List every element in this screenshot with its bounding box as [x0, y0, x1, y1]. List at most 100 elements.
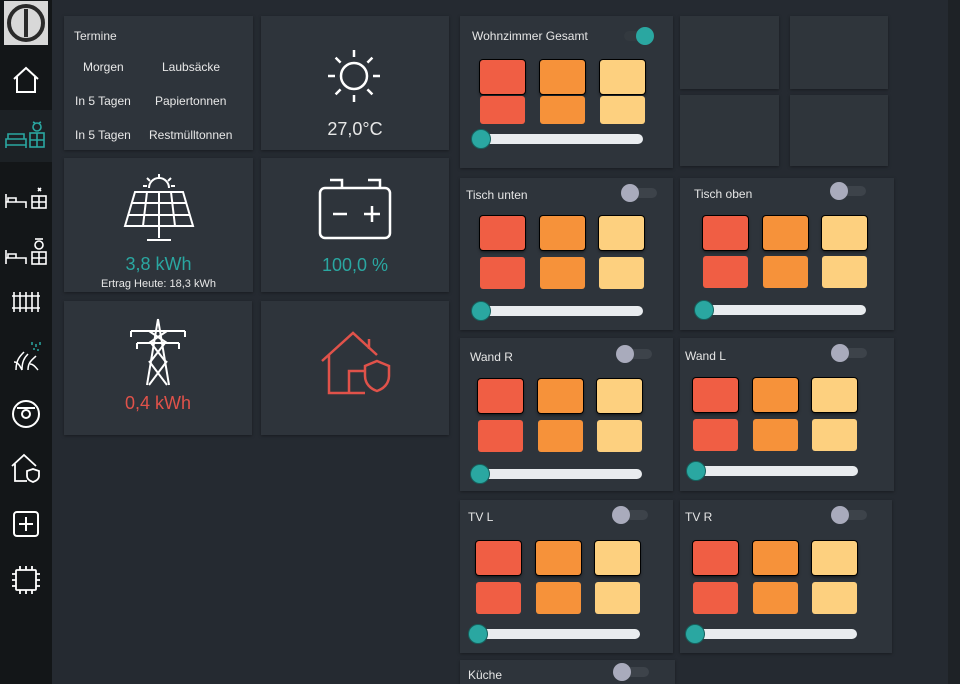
slider-thumb[interactable] — [470, 464, 490, 484]
color-swatch-red[interactable] — [476, 541, 521, 575]
color-swatch-orange[interactable] — [763, 256, 808, 288]
color-swatch-orange[interactable] — [753, 378, 798, 412]
light-card-tv-l: TV L — [460, 500, 673, 653]
light-power-toggle[interactable] — [616, 344, 654, 364]
color-swatch-orange[interactable] — [538, 379, 583, 413]
color-swatch-red[interactable] — [480, 60, 525, 94]
light-power-toggle[interactable] — [830, 181, 868, 201]
light-name: Tisch oben — [694, 187, 753, 201]
color-swatch-yellow[interactable] — [599, 257, 644, 289]
brightness-slider[interactable] — [685, 624, 857, 644]
color-swatch-yellow[interactable] — [595, 541, 640, 575]
grid-card[interactable]: 0,4 kWh — [64, 301, 252, 435]
color-swatch-red[interactable] — [693, 419, 738, 451]
color-swatch-yellow[interactable] — [812, 541, 857, 575]
light-power-toggle[interactable] — [612, 505, 650, 525]
slider-thumb[interactable] — [686, 461, 706, 481]
light-card-tv-r: TV R — [680, 500, 892, 653]
solar-card[interactable]: 3,8 kWh Ertrag Heute: 18,3 kWh — [64, 158, 253, 292]
color-swatch-yellow[interactable] — [812, 419, 857, 451]
slider-thumb[interactable] — [685, 624, 705, 644]
color-swatch-red[interactable] — [476, 582, 521, 614]
add-icon[interactable] — [0, 498, 52, 550]
color-swatch-orange[interactable] — [753, 419, 798, 451]
color-swatch-orange[interactable] — [753, 582, 798, 614]
light-name: Wohnzimmer Gesamt — [472, 29, 588, 43]
color-swatch-yellow[interactable] — [595, 582, 640, 614]
solar-panel-icon — [121, 172, 197, 251]
color-swatch-orange[interactable] — [540, 60, 585, 94]
color-swatch-red[interactable] — [480, 96, 525, 124]
color-swatch-red[interactable] — [703, 256, 748, 288]
light-name: TV L — [468, 510, 494, 524]
security-card[interactable] — [261, 301, 449, 435]
radiator-icon[interactable] — [0, 276, 52, 328]
color-swatch-orange[interactable] — [763, 216, 808, 250]
color-swatch-orange[interactable] — [540, 216, 585, 250]
color-swatch-red[interactable] — [693, 378, 738, 412]
termine-card: Termine Morgen Laubsäcke In 5 Tagen Papi… — [64, 16, 253, 150]
color-swatch-red[interactable] — [693, 582, 738, 614]
slider-thumb[interactable] — [471, 129, 491, 149]
color-swatch-orange[interactable] — [536, 541, 581, 575]
grid-value: 0,4 kWh — [124, 393, 192, 413]
sidebar — [0, 0, 52, 684]
home-security-icon[interactable] — [0, 442, 52, 494]
robot-vacuum-icon[interactable] — [0, 388, 52, 440]
termine-row-3-what: Restmülltonnen — [149, 128, 233, 142]
color-swatch-orange[interactable] — [536, 582, 581, 614]
light-power-toggle[interactable] — [831, 505, 869, 525]
garden-irrigation-icon[interactable] — [0, 330, 52, 382]
color-swatch-red[interactable] — [478, 379, 523, 413]
living-room-icon[interactable] — [0, 110, 52, 162]
color-swatch-orange[interactable] — [753, 541, 798, 575]
light-power-toggle[interactable] — [616, 26, 654, 46]
brightness-slider[interactable] — [468, 624, 640, 644]
color-swatch-orange[interactable] — [540, 96, 585, 124]
placeholder-tile — [680, 16, 779, 89]
brightness-slider[interactable] — [471, 301, 643, 321]
color-swatch-yellow[interactable] — [812, 378, 857, 412]
color-swatch-yellow[interactable] — [822, 216, 867, 250]
bedroom-icon[interactable] — [0, 172, 52, 224]
color-swatch-red[interactable] — [480, 216, 525, 250]
brightness-slider[interactable] — [470, 464, 642, 484]
brightness-slider[interactable] — [694, 300, 866, 320]
color-swatch-orange[interactable] — [540, 257, 585, 289]
scrollbar[interactable] — [948, 0, 960, 684]
color-swatch-yellow[interactable] — [597, 420, 642, 452]
color-swatch-red[interactable] — [478, 420, 523, 452]
weather-card[interactable]: 27,0°C — [261, 16, 449, 150]
color-swatch-yellow[interactable] — [812, 582, 857, 614]
color-swatch-yellow[interactable] — [600, 96, 645, 124]
home-icon[interactable] — [0, 54, 52, 106]
color-swatch-yellow[interactable] — [822, 256, 867, 288]
brightness-slider[interactable] — [471, 129, 643, 149]
slider-thumb[interactable] — [694, 300, 714, 320]
color-swatch-red[interactable] — [480, 257, 525, 289]
termine-row-2-when: In 5 Tagen — [75, 94, 131, 108]
solar-note: Ertrag Heute: 18,3 kWh — [101, 278, 216, 290]
color-swatch-yellow[interactable] — [599, 216, 644, 250]
light-power-toggle[interactable] — [613, 662, 651, 682]
color-swatch-red[interactable] — [703, 216, 748, 250]
light-card-tisch-unten: Tisch unten — [460, 178, 673, 330]
slider-thumb[interactable] — [471, 301, 491, 321]
color-swatch-yellow[interactable] — [597, 379, 642, 413]
brightness-slider[interactable] — [686, 461, 858, 481]
color-swatch-yellow[interactable] — [600, 60, 645, 94]
light-power-toggle[interactable] — [621, 183, 659, 203]
color-swatch-red[interactable] — [693, 541, 738, 575]
termine-row-1-what: Laubsäcke — [162, 60, 221, 74]
power-logo-icon[interactable] — [0, 0, 52, 46]
light-card-wohnzimmer-gesamt: Wohnzimmer Gesamt — [460, 16, 673, 168]
kids-bedroom-icon[interactable] — [0, 226, 52, 278]
color-swatch-orange[interactable] — [538, 420, 583, 452]
chip-icon[interactable] — [0, 554, 52, 606]
battery-icon — [318, 178, 392, 247]
battery-card[interactable]: 100,0 % — [261, 158, 449, 292]
light-power-toggle[interactable] — [831, 343, 869, 363]
slider-thumb[interactable] — [468, 624, 488, 644]
placeholder-tile — [680, 95, 779, 166]
light-name: Küche — [468, 668, 503, 682]
